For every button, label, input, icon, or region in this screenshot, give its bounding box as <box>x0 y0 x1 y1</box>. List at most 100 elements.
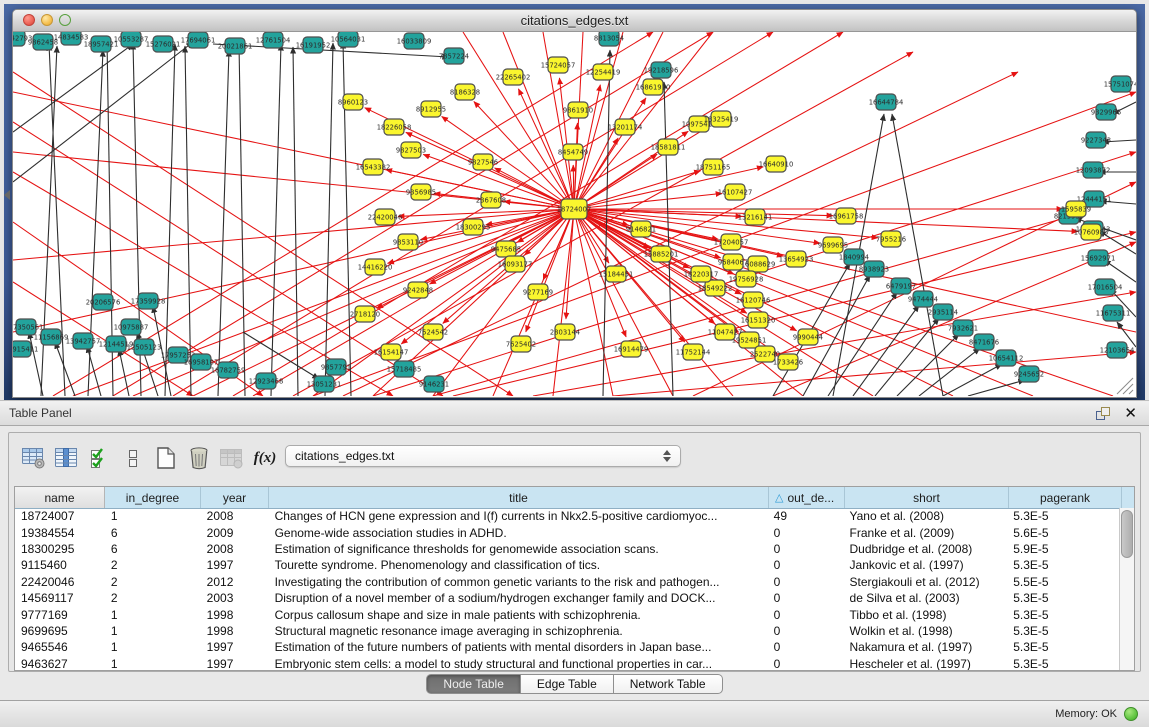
close-window-button[interactable] <box>23 14 35 26</box>
table-row[interactable]: 911546021997Tourette syndrome. Phenomeno… <box>15 557 1120 573</box>
table-cell[interactable]: Genome-wide association studies in ADHD. <box>269 526 768 540</box>
table-scrollbar-thumb[interactable] <box>1121 510 1133 558</box>
column-header-in_degree[interactable]: in_degree <box>105 487 201 508</box>
network-canvas[interactable]: 1872400718642793986245814834583189574211… <box>13 32 1136 396</box>
table-cell[interactable]: 5.5E-5 <box>1007 575 1120 589</box>
new-column-icon[interactable] <box>151 443 181 473</box>
table-cell[interactable]: 6 <box>105 526 201 540</box>
table-cell[interactable]: 14569117 <box>15 591 105 605</box>
table-cell[interactable]: Yano et al. (2008) <box>844 509 1008 523</box>
column-header-name[interactable]: name <box>15 487 105 508</box>
node-table[interactable]: namein_degreeyeartitle△out_de...shortpag… <box>14 486 1135 671</box>
table-cell[interactable]: 19384554 <box>15 526 105 540</box>
table-cell[interactable]: 2 <box>105 591 201 605</box>
zoom-window-button[interactable] <box>59 14 71 26</box>
table-cell[interactable]: 18724007 <box>15 509 105 523</box>
table-cell[interactable]: 9463627 <box>15 657 105 671</box>
memory-status-indicator[interactable] <box>1124 707 1138 721</box>
float-window-icon[interactable] <box>1096 407 1110 420</box>
table-cell[interactable]: 2003 <box>201 591 269 605</box>
table-cell[interactable]: Nakamura et al. (1997) <box>844 640 1008 654</box>
table-cell[interactable]: 5.3E-5 <box>1007 608 1120 622</box>
table-cell[interactable]: Disruption of a novel member of a sodium… <box>269 591 768 605</box>
table-cell[interactable]: 5.3E-5 <box>1007 624 1120 638</box>
table-cell[interactable]: Embryonic stem cells: a model to study s… <box>269 657 768 671</box>
network-canvas-container[interactable]: 1872400718642793986245814834583189574211… <box>13 32 1136 396</box>
table-cell[interactable]: Stergiakouli et al. (2012) <box>844 575 1008 589</box>
table-row[interactable]: 946362711997Embryonic stem cells: a mode… <box>15 656 1120 671</box>
column-header-out_de[interactable]: △out_de... <box>769 487 845 508</box>
table-cell[interactable]: Structural magnetic resonance image aver… <box>269 624 768 638</box>
table-cell[interactable]: 5.3E-5 <box>1007 591 1120 605</box>
column-header-year[interactable]: year <box>201 487 269 508</box>
table-cell[interactable]: de Silva et al. (2003) <box>844 591 1008 605</box>
table-cell[interactable]: 0 <box>768 640 844 654</box>
row-height-icon[interactable] <box>118 443 148 473</box>
table-row[interactable]: 1872400712008Changes of HCN gene express… <box>15 508 1120 524</box>
table-cell[interactable]: Corpus callosum shape and size in male p… <box>269 608 768 622</box>
table-cell[interactable]: 0 <box>768 608 844 622</box>
tab-node-table[interactable]: Node Table <box>426 674 521 694</box>
table-cell[interactable]: Wolkin et al. (1998) <box>844 624 1008 638</box>
table-cell[interactable]: 2012 <box>201 575 269 589</box>
close-panel-icon[interactable]: ✕ <box>1124 406 1137 421</box>
table-cell[interactable]: 5.3E-5 <box>1007 640 1120 654</box>
tab-edge-table[interactable]: Edge Table <box>521 674 614 694</box>
table-cell[interactable]: Changes of HCN gene expression and I(f) … <box>269 509 768 523</box>
table-row[interactable]: 1938455462009Genome-wide association stu… <box>15 524 1120 540</box>
network-window-titlebar[interactable]: citations_edges.txt <box>13 10 1136 32</box>
column-header-title[interactable]: title <box>269 487 769 508</box>
table-cell[interactable]: 9115460 <box>15 558 105 572</box>
table-cell[interactable]: 0 <box>768 526 844 540</box>
table-cell[interactable]: 1 <box>105 624 201 638</box>
table-row[interactable]: 969969511998Structural magnetic resonanc… <box>15 623 1120 639</box>
select-all-icon[interactable] <box>85 443 115 473</box>
table-row[interactable]: 977716911998Corpus callosum shape and si… <box>15 606 1120 622</box>
table-cell[interactable]: 5.3E-5 <box>1007 657 1120 671</box>
table-cell[interactable]: 2 <box>105 558 201 572</box>
table-cell[interactable]: 5.6E-5 <box>1007 526 1120 540</box>
minimize-window-button[interactable] <box>41 14 53 26</box>
table-cell[interactable]: 0 <box>768 624 844 638</box>
table-cell[interactable]: Estimation of significance thresholds fo… <box>269 542 768 556</box>
table-cell[interactable]: Investigating the contribution of common… <box>269 575 768 589</box>
table-settings-icon[interactable] <box>19 443 49 473</box>
table-selector-dropdown[interactable]: citations_edges.txt <box>285 445 681 467</box>
table-row[interactable]: 1456911722003Disruption of a novel membe… <box>15 590 1120 606</box>
table-row[interactable]: 2242004622012Investigating the contribut… <box>15 574 1120 590</box>
table-cell[interactable]: 1997 <box>201 657 269 671</box>
table-cell[interactable]: Estimation of the future numbers of pati… <box>269 640 768 654</box>
table-row[interactable]: 946554611997Estimation of the future num… <box>15 639 1120 655</box>
table-cell[interactable]: 0 <box>768 591 844 605</box>
import-table-icon[interactable] <box>217 443 247 473</box>
table-cell[interactable]: Dudbridge et al. (2008) <box>844 542 1008 556</box>
network-window[interactable]: citations_edges.txt 18724007186427939862… <box>12 9 1137 398</box>
table-row[interactable]: 1830029562008Estimation of significance … <box>15 541 1120 557</box>
table-cell[interactable]: 2009 <box>201 526 269 540</box>
table-cell[interactable]: 18300295 <box>15 542 105 556</box>
table-cell[interactable]: 2008 <box>201 509 269 523</box>
table-cell[interactable]: 1998 <box>201 608 269 622</box>
table-cell[interactable]: 5.3E-5 <box>1007 509 1120 523</box>
canvas-resize-grip[interactable] <box>1117 378 1133 394</box>
table-cell[interactable]: 1 <box>105 509 201 523</box>
table-cell[interactable]: 1997 <box>201 640 269 654</box>
table-cell[interactable]: Hescheler et al. (1997) <box>844 657 1008 671</box>
table-cell[interactable]: 1 <box>105 657 201 671</box>
table-cell[interactable]: 0 <box>768 542 844 556</box>
delete-columns-icon[interactable] <box>184 443 214 473</box>
table-cell[interactable]: 5.3E-5 <box>1007 558 1120 572</box>
table-cell[interactable]: Tibbo et al. (1998) <box>844 608 1008 622</box>
table-cell[interactable]: 0 <box>768 558 844 572</box>
table-cell[interactable]: 0 <box>768 657 844 671</box>
column-header-short[interactable]: short <box>845 487 1009 508</box>
table-cell[interactable]: 2 <box>105 575 201 589</box>
function-builder-icon[interactable]: f(x) <box>250 443 280 473</box>
table-cell[interactable]: 6 <box>105 542 201 556</box>
table-cell[interactable]: 1998 <box>201 624 269 638</box>
table-cell[interactable]: 0 <box>768 575 844 589</box>
column-header-pagerank[interactable]: pagerank <box>1009 487 1122 508</box>
table-cell[interactable]: 1997 <box>201 558 269 572</box>
table-cell[interactable]: 22420046 <box>15 575 105 589</box>
show-columns-icon[interactable] <box>52 443 82 473</box>
